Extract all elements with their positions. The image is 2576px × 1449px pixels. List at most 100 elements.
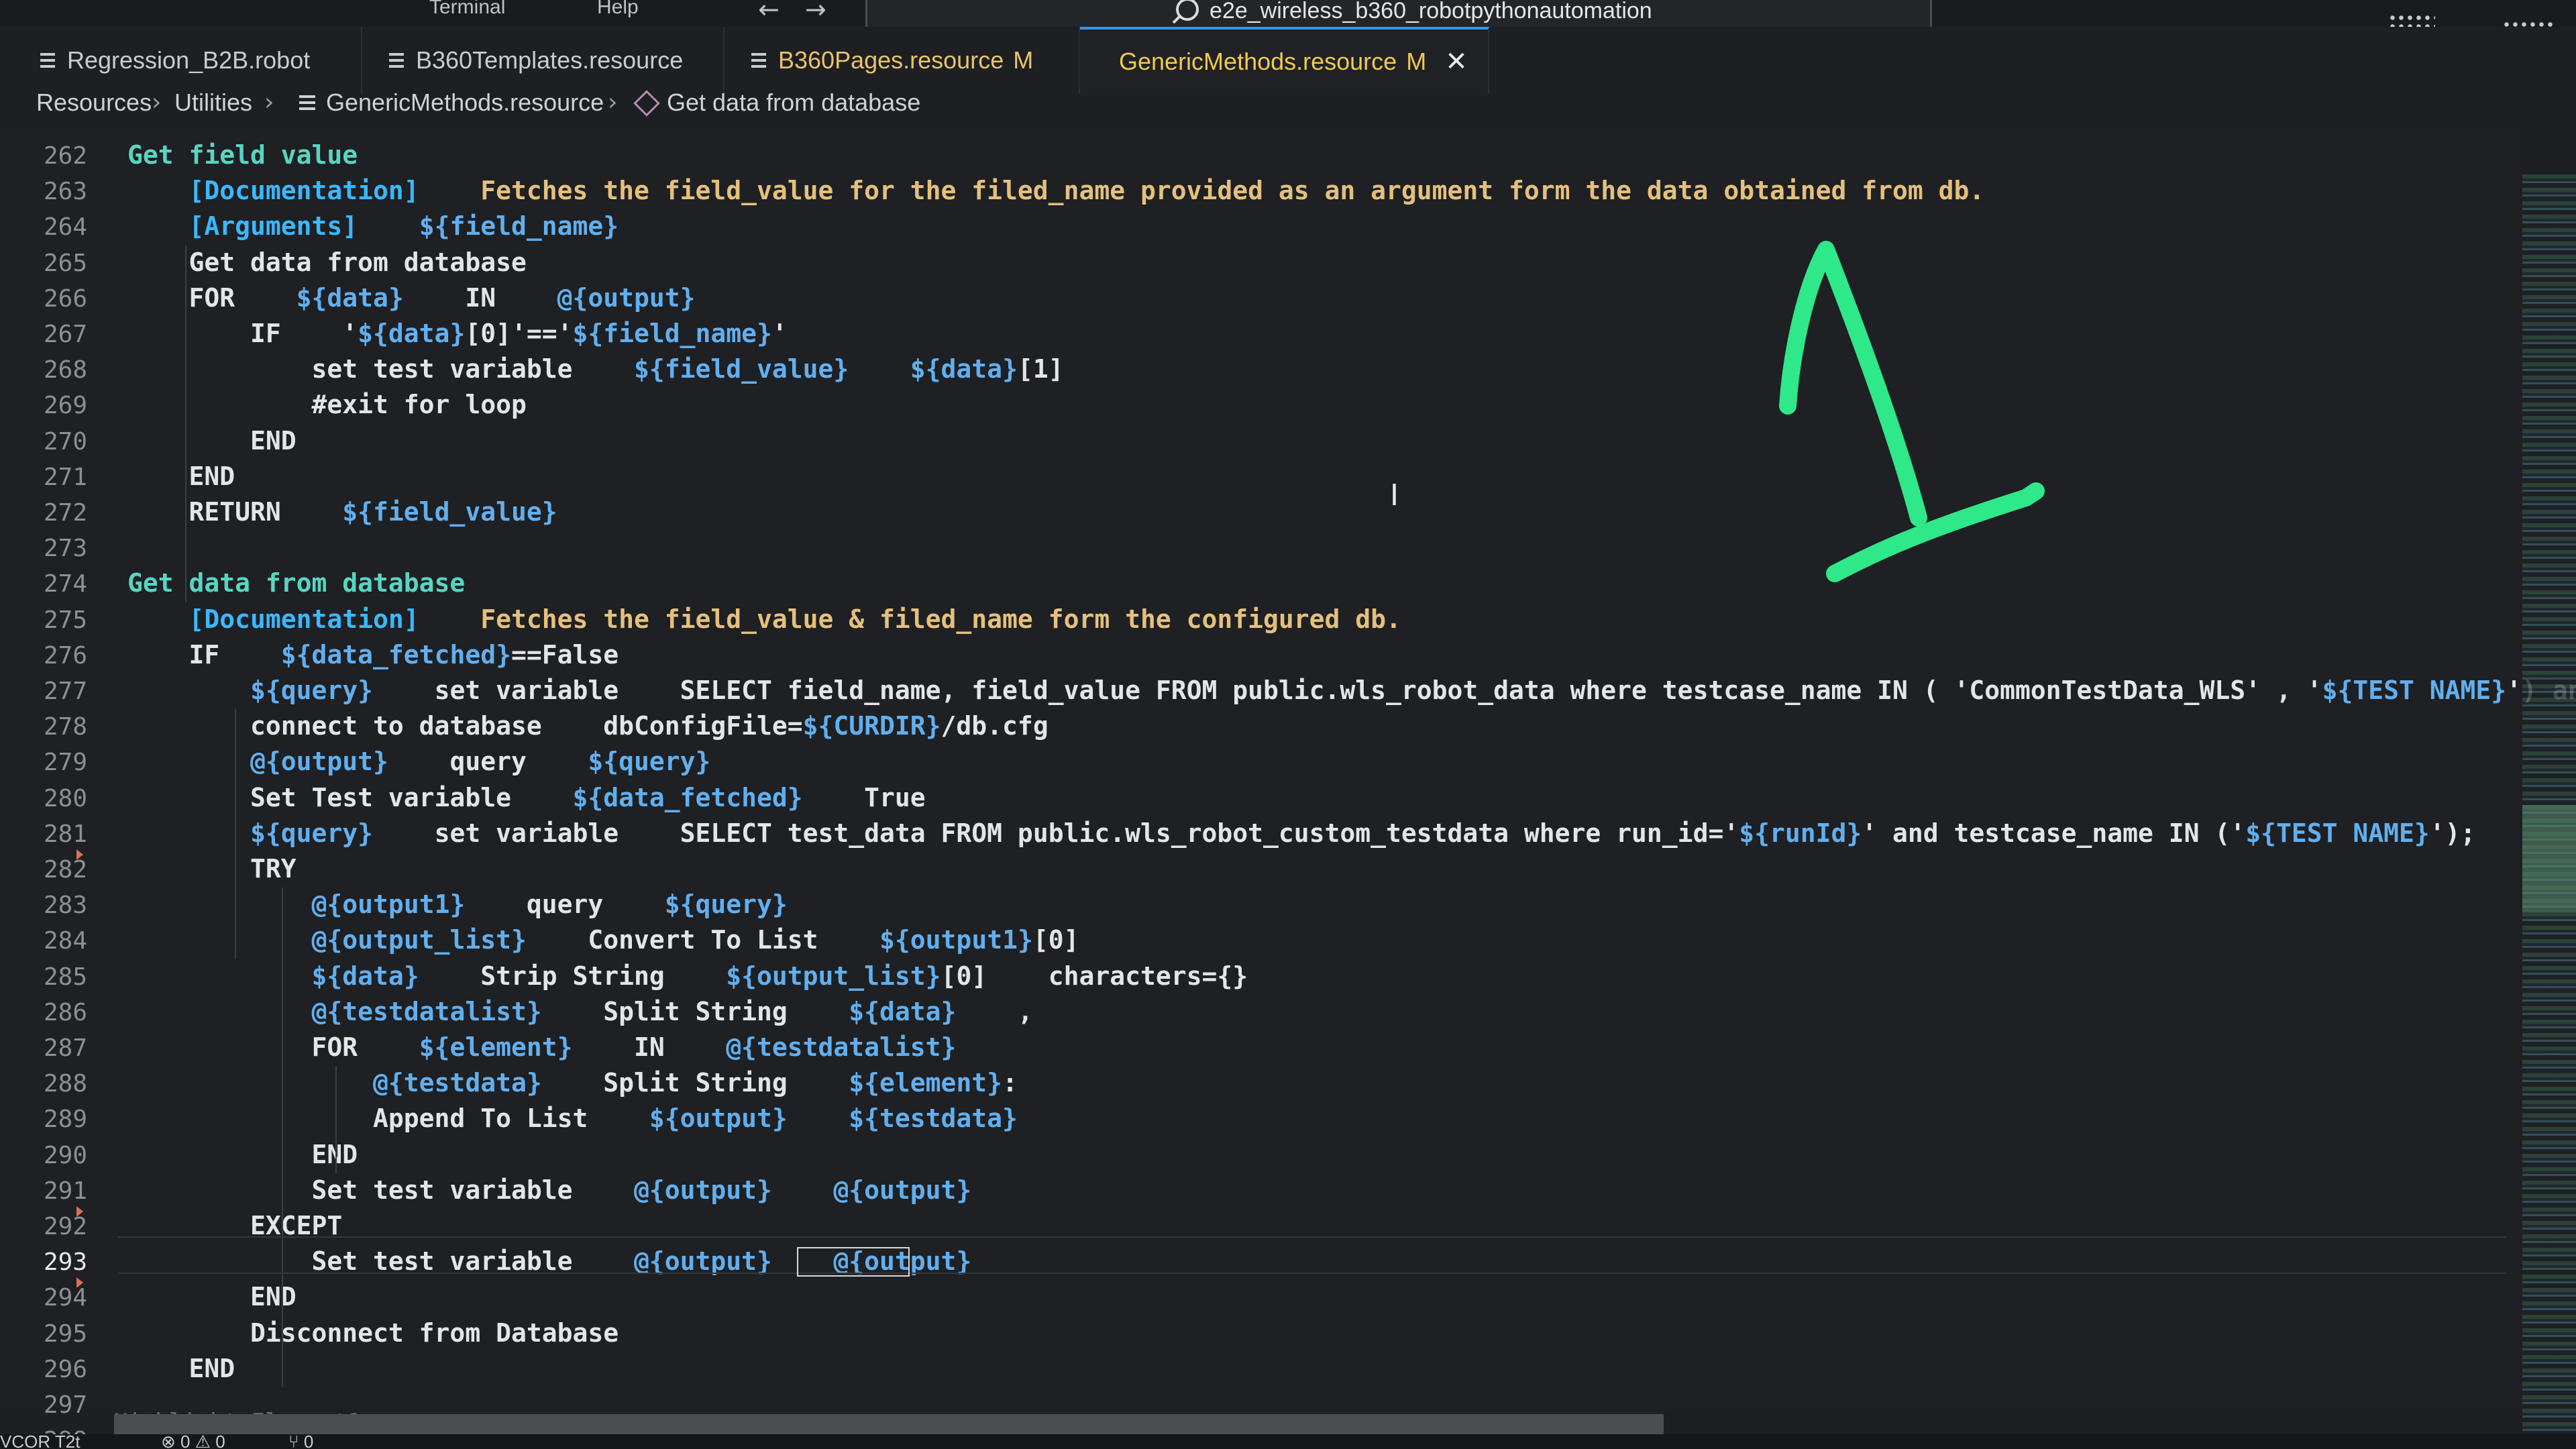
code-line[interactable]: set test variable ${field_value} ${data}… (127, 352, 1064, 386)
search-icon (1176, 0, 1199, 21)
line-number: 279 (43, 749, 87, 777)
indent-guide (235, 709, 236, 959)
gutter-change-marker[interactable] (76, 849, 83, 860)
code-line[interactable]: Set Test variable ${data_fetched} True (127, 781, 926, 814)
forward-arrow-icon[interactable]: → (805, 0, 826, 24)
tab-regression-b2b[interactable]: Regression_B2B.robot (13, 27, 362, 94)
code-line[interactable]: TRY (127, 852, 297, 885)
line-number: 269 (43, 392, 87, 420)
menu-help[interactable]: Help (597, 0, 639, 19)
code-line[interactable]: @{output_list} Convert To List ${output1… (127, 923, 1079, 957)
code-editor[interactable]: 262 263 264 265 266 267 268 269 270 271 272 273 274 2… (0, 129, 2576, 1449)
code-line[interactable]: Get data from database (127, 246, 527, 279)
line-number: 286 (43, 998, 87, 1026)
symbol-method-icon (633, 90, 660, 117)
problems-count[interactable]: ⊗ 0 ⚠ 0 (161, 1434, 225, 1449)
file-icon (299, 95, 315, 111)
code-line[interactable]: END (127, 1352, 235, 1385)
breadcrumb-symbol[interactable]: Get data from database (667, 89, 920, 117)
tab-label: B360Pages.resource (778, 46, 1004, 74)
code-line[interactable]: FOR ${element} IN @{testdatalist} (127, 1030, 957, 1064)
minimap-slider[interactable] (2522, 805, 2576, 912)
code-line[interactable]: #exit for loop (127, 388, 527, 421)
line-number: 288 (43, 1070, 87, 1098)
horizontal-scrollbar[interactable] (114, 1414, 1664, 1434)
modified-indicator: M (1013, 46, 1034, 74)
code-line[interactable]: FOR ${data} IN @{output} (127, 281, 696, 315)
code-line[interactable]: Get field value (127, 138, 358, 172)
line-number: 266 (43, 284, 87, 313)
line-number: 281 (43, 820, 87, 848)
tab-b360-templates[interactable]: B360Templates.resource (362, 27, 724, 94)
line-number: 280 (43, 784, 87, 812)
line-number: 289 (43, 1106, 87, 1134)
grid-dots-icon (2388, 13, 2435, 28)
code-line[interactable]: RETURN ${field_value} (127, 495, 557, 529)
code-line[interactable]: Get data from database (127, 566, 465, 600)
editor-tab-bar: Regression_B2B.robot B360Templates.resou… (0, 27, 2576, 94)
ports-count[interactable]: ⑂ 0 (288, 1434, 313, 1449)
breadcrumb-utilities[interactable]: Utilities (174, 89, 252, 117)
code-line[interactable]: END (127, 1138, 358, 1171)
code-line[interactable]: Set test variable @{output} @{output} (127, 1173, 972, 1207)
menu-terminal[interactable]: Terminal (429, 0, 505, 19)
line-number: 271 (43, 463, 87, 491)
gutter-change-marker[interactable] (76, 1277, 83, 1289)
code-line[interactable]: @{output1} query ${query} (127, 888, 788, 921)
code-line[interactable]: Append To List ${output} ${testdata} (127, 1102, 1018, 1135)
tab-b360-pages[interactable]: B360Pages.resource M (724, 27, 1080, 94)
line-number: 274 (43, 570, 87, 598)
code-line[interactable]: END (127, 1280, 297, 1313)
code-line[interactable]: Disconnect from Database (127, 1316, 619, 1350)
line-number: 296 (43, 1355, 87, 1383)
code-line[interactable]: @{testdatalist} Split String ${data} , (127, 995, 1033, 1028)
code-line[interactable]: [Documentation] Fetches the field_value … (127, 174, 1985, 207)
tab-generic-methods[interactable]: GenericMethods.resource M ✕ (1080, 27, 1489, 94)
close-tab-icon[interactable]: ✕ (1445, 46, 1468, 77)
bracket-match-highlight (797, 1247, 910, 1277)
mouse-cursor-ibeam: I (1390, 478, 1399, 513)
line-number: 292 (43, 1213, 87, 1240)
title-bar: Terminal Help ← → e2e_wireless_b360_robo… (0, 0, 2576, 52)
line-number: 287 (43, 1034, 87, 1062)
breadcrumb-separator: › (152, 89, 162, 116)
line-number: 276 (43, 641, 87, 669)
tab-label: GenericMethods.resource (1119, 48, 1397, 75)
code-line[interactable]: @{testdata} Split String ${element}: (127, 1066, 1018, 1099)
code-line[interactable]: @{output} query ${query} (127, 745, 710, 778)
breadcrumb-file[interactable]: GenericMethods.resource (326, 89, 604, 117)
file-icon (751, 53, 766, 68)
line-number: 285 (43, 963, 87, 991)
line-number: 283 (43, 892, 87, 920)
code-line[interactable]: [Documentation] Fetches the field_value … (127, 602, 1401, 636)
line-number: 267 (43, 321, 87, 348)
code-line[interactable]: ${query} set variable SELECT test_data F… (127, 816, 2475, 850)
line-number: 270 (43, 427, 87, 455)
remote-indicator[interactable]: VCOR T2t (0, 1434, 80, 1449)
code-line[interactable]: IF '${data}[0]'=='${field_name}' (127, 317, 788, 350)
breadcrumb: Resources › Utilities › GenericMethods.r… (0, 89, 2576, 129)
breadcrumb-resources[interactable]: Resources (36, 89, 152, 117)
file-icon (389, 53, 404, 68)
line-number: 290 (43, 1141, 87, 1169)
code-line[interactable]: END (127, 460, 235, 493)
line-number: 291 (43, 1177, 87, 1205)
line-number: 265 (43, 249, 87, 277)
line-number-gutter: 262 263 264 265 266 267 268 269 270 271 272 273 274 2… (0, 129, 101, 1449)
code-line[interactable]: END (127, 424, 297, 458)
code-line[interactable]: ${data} Strip String ${output_list}[0] c… (127, 959, 1248, 993)
line-number: 277 (43, 678, 87, 705)
back-arrow-icon[interactable]: ← (758, 0, 780, 24)
code-line[interactable]: [Arguments] ${field_name} (127, 209, 619, 243)
vscode-window: Terminal Help ← → e2e_wireless_b360_robo… (0, 0, 2576, 1449)
indent-guide (335, 1066, 337, 1173)
breadcrumb-separator: › (264, 89, 274, 116)
line-number: 273 (43, 535, 87, 563)
code-line[interactable]: IF ${data_fetched}==False (127, 638, 619, 672)
gutter-change-marker[interactable] (76, 1206, 83, 1217)
code-line[interactable]: ${query} set variable SELECT field_name,… (127, 674, 2576, 707)
modified-indicator: M (1406, 48, 1427, 75)
line-number: 295 (43, 1320, 87, 1348)
indent-guide (282, 888, 283, 1387)
code-line[interactable]: connect to database dbConfigFile=${CURDI… (127, 709, 1049, 743)
